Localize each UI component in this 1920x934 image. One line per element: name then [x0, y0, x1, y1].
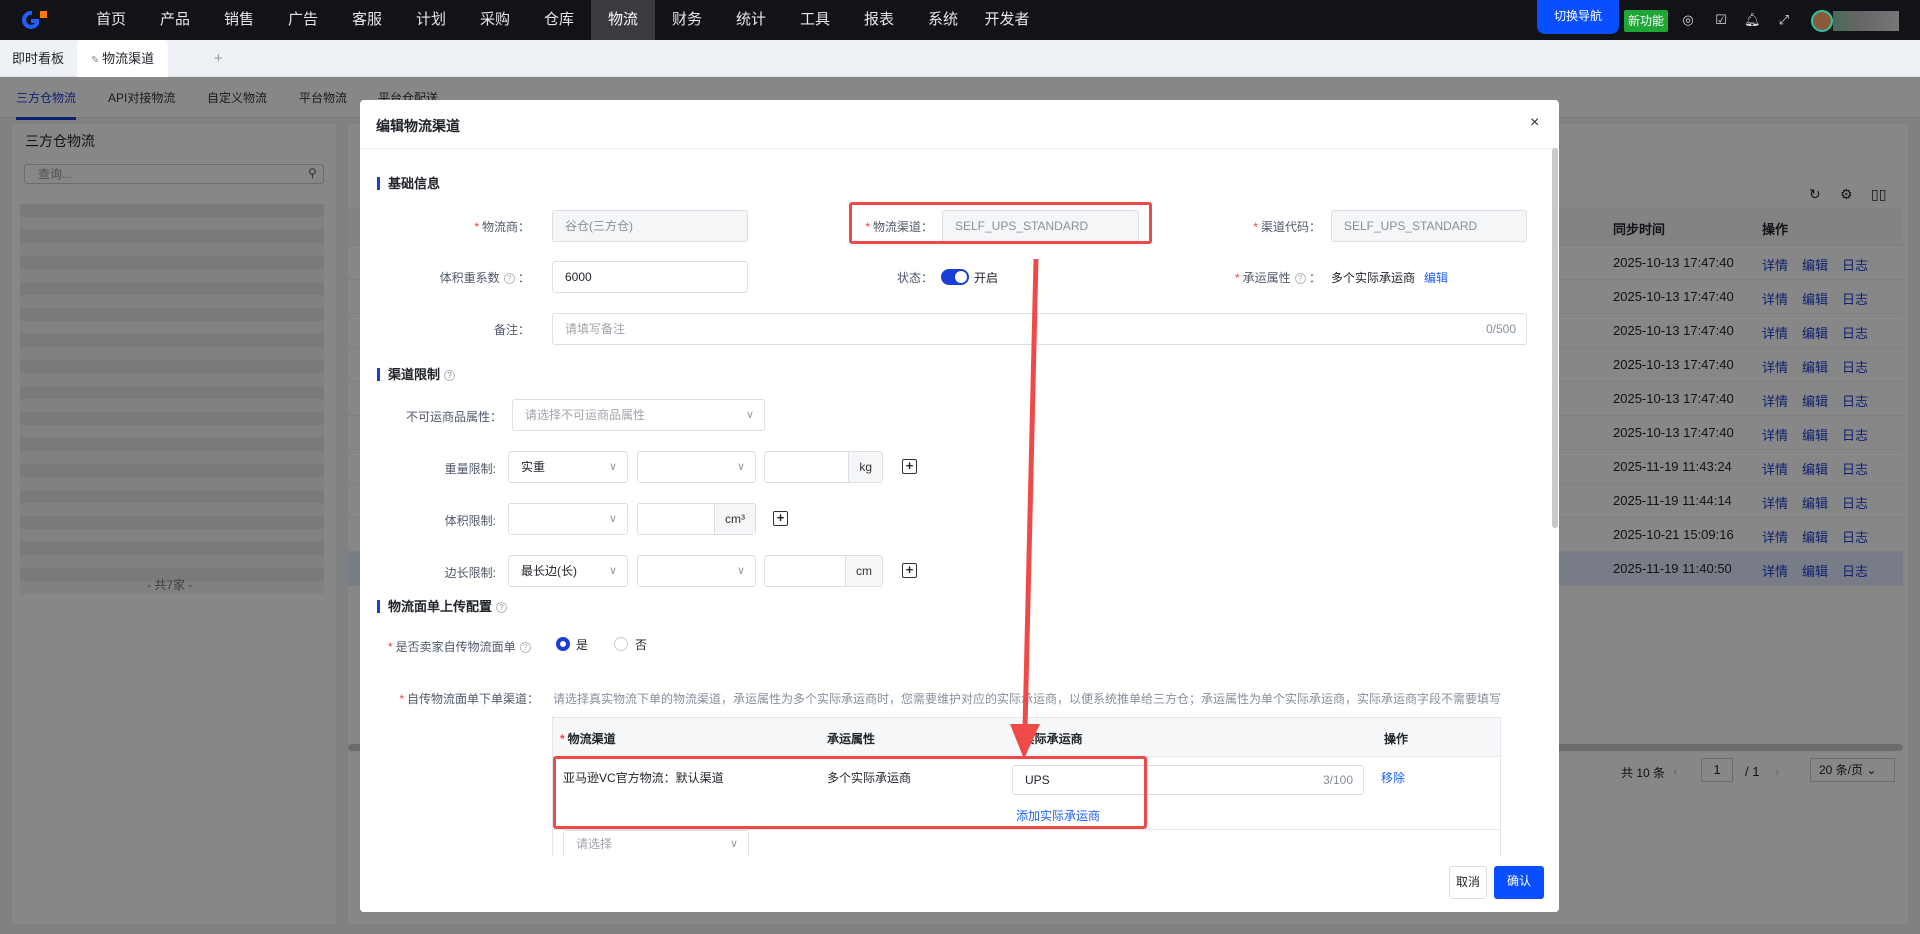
username-blurred[interactable]: [1833, 11, 1899, 31]
confirm-button[interactable]: 确认: [1494, 866, 1544, 899]
nav-item[interactable]: 系统: [911, 0, 975, 40]
nav-item[interactable]: 客服: [335, 0, 399, 40]
modal-footer: 取消 确认: [360, 856, 1559, 912]
nav-item[interactable]: 工具: [783, 0, 847, 40]
nav-item[interactable]: 开发者: [975, 0, 1039, 40]
nav-item[interactable]: 销售: [207, 0, 271, 40]
annotation-arrow: [1010, 258, 1040, 759]
nav-item[interactable]: 物流: [591, 0, 655, 40]
nav-item[interactable]: 仓库: [527, 0, 591, 40]
fullscreen-icon[interactable]: ⤢: [1776, 12, 1792, 28]
close-icon[interactable]: ×: [1530, 114, 1539, 132]
nav-item[interactable]: 计划: [399, 0, 463, 40]
switch-nav-button[interactable]: 切换导航: [1537, 0, 1619, 34]
nav-item[interactable]: 统计: [719, 0, 783, 40]
avatar[interactable]: [1811, 10, 1833, 32]
modal-body: 基础信息 * 物流商： 谷仓(三方仓) * 物流渠道： SELF_UPS_STAND…: [360, 148, 1559, 856]
nav-item[interactable]: 财务: [655, 0, 719, 40]
tab-dashboard[interactable]: 即时看板: [12, 40, 64, 77]
new-feature-badge[interactable]: 新功能: [1624, 10, 1668, 32]
nav-item[interactable]: 采购: [463, 0, 527, 40]
top-nav-bar: 首页 产品 销售 广告 客服 计划 采购 仓库 物流 财务 统计 工具 报表 系统 开发者 切换导航 新功能…: [0, 0, 1920, 40]
cancel-button[interactable]: 取消: [1449, 866, 1487, 899]
help-icon[interactable]: ◎: [1680, 12, 1696, 28]
tab-logistics-channel[interactable]: ✎ 物流渠道: [77, 40, 169, 77]
nav-item[interactable]: 产品: [143, 0, 207, 40]
main-nav: 首页 产品 销售 广告 客服 计划 采购 仓库 物流 财务 统计 工具 报表 系统 开发者: [79, 0, 1039, 40]
page-tab-bar: 即时看板 ✎ 物流渠道 +: [0, 40, 1920, 77]
tab-label: 物流渠道: [102, 51, 155, 66]
modal-title: 编辑物流渠道: [376, 118, 460, 134]
app-logo[interactable]: [18, 8, 48, 32]
nav-item[interactable]: 报表: [847, 0, 911, 40]
calendar-icon[interactable]: ☑: [1713, 12, 1729, 28]
edit-channel-modal: 编辑物流渠道 × 基础信息 * 物流商： 谷仓(三方仓) * 物流渠道： SELF_…: [360, 100, 1559, 912]
nav-item[interactable]: 首页: [79, 0, 143, 40]
add-tab-button[interactable]: +: [214, 40, 223, 77]
pin-icon: ✎: [91, 55, 103, 66]
modal-scrollbar[interactable]: [1552, 148, 1558, 528]
nav-item[interactable]: 广告: [271, 0, 335, 40]
bell-icon[interactable]: 🔔︎: [1744, 12, 1761, 28]
